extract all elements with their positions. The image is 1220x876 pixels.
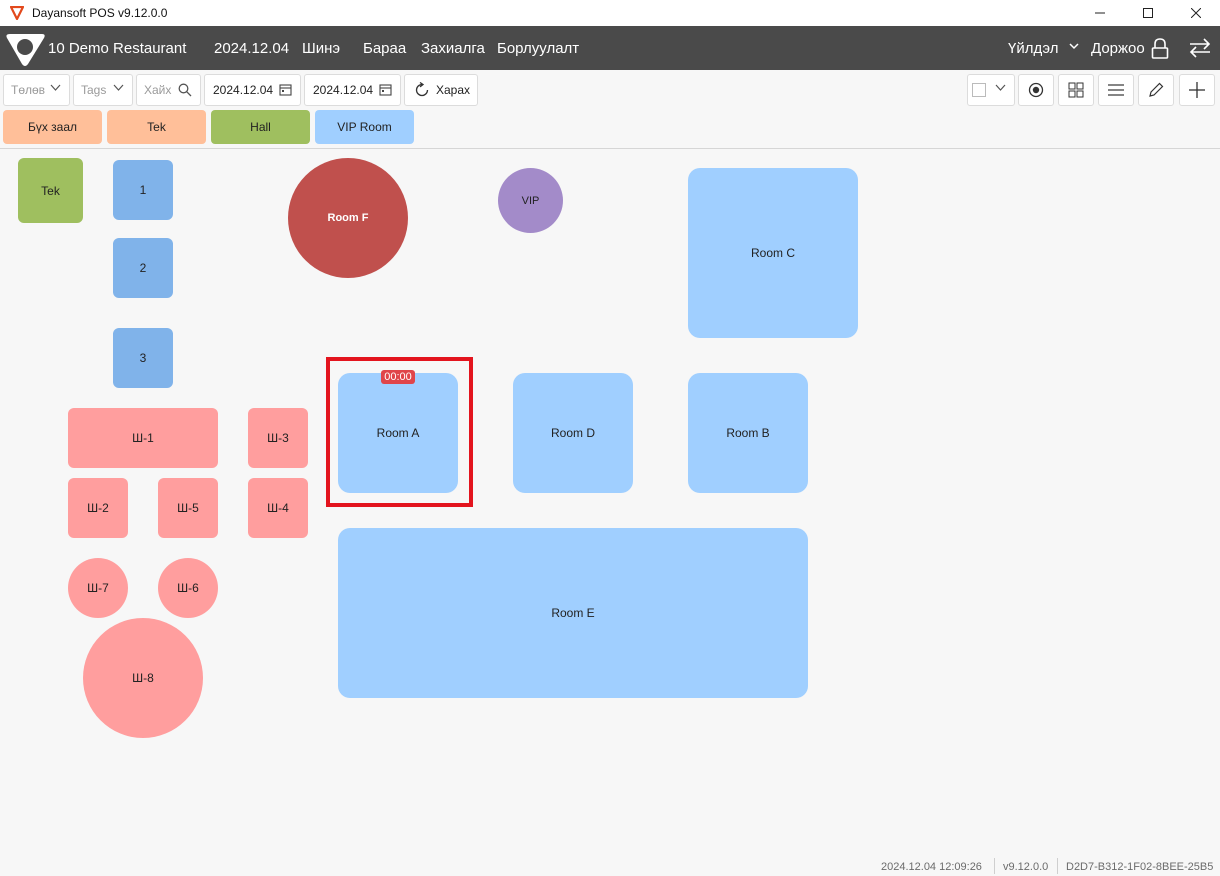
switch-arrows-icon[interactable]	[1188, 38, 1212, 58]
view-button[interactable]: Харах	[404, 74, 478, 106]
date-from-value: 2024.12.04	[213, 83, 274, 97]
table-sh-6[interactable]: Ш-6	[158, 558, 218, 618]
window-title: Dayansoft POS v9.12.0.0	[32, 6, 168, 20]
area-tab-all[interactable]: Бүх заал	[3, 110, 102, 144]
grid-view-button[interactable]	[1058, 74, 1094, 106]
actions-menu[interactable]: Үйлдэл	[1008, 40, 1079, 57]
calendar-icon	[279, 84, 292, 96]
maximize-button[interactable]	[1124, 0, 1172, 26]
table-room-c[interactable]: Room C	[688, 168, 858, 338]
window-controls	[1076, 0, 1220, 26]
restaurant-name: 10 Demo Restaurant	[48, 40, 187, 57]
chevron-down-icon	[50, 84, 61, 91]
table-sh-8[interactable]: Ш-8	[83, 618, 203, 738]
toolbar: Төлөв Tags Хайх 2024.12.04 2024.12.04 Ха…	[0, 70, 1220, 110]
status-datetime: 2024.12.04 12:09:26	[881, 861, 982, 873]
table-room-e[interactable]: Room E	[338, 528, 808, 698]
add-button[interactable]	[1179, 74, 1215, 106]
table-tek[interactable]: Tek	[18, 158, 83, 223]
area-tab-vip-room[interactable]: VIP Room	[315, 110, 414, 144]
search-input[interactable]: Хайх	[136, 74, 201, 106]
chevron-down-icon	[995, 84, 1006, 91]
table-room-f[interactable]: Room F	[288, 158, 408, 278]
plus-icon	[1189, 82, 1205, 98]
actions-menu-label: Үйлдэл	[1008, 40, 1059, 57]
record-button[interactable]	[1018, 74, 1054, 106]
table-room-d[interactable]: Room D	[513, 373, 633, 493]
table-3[interactable]: 3	[113, 328, 173, 388]
table-2[interactable]: 2	[113, 238, 173, 298]
lock-icon[interactable]	[1151, 38, 1169, 60]
date-from-picker[interactable]: 2024.12.04	[204, 74, 301, 106]
table-room-b[interactable]: Room B	[688, 373, 808, 493]
close-button[interactable]	[1172, 0, 1220, 26]
grid-icon	[1068, 82, 1084, 98]
status-separator	[994, 858, 995, 874]
area-tab-tek[interactable]: Tek	[107, 110, 206, 144]
nav-new[interactable]: Шинэ	[302, 40, 340, 57]
list-view-button[interactable]	[1098, 74, 1134, 106]
table-vip[interactable]: VIP	[498, 168, 563, 233]
date-to-value: 2024.12.04	[313, 83, 374, 97]
select-all-dropdown[interactable]	[967, 74, 1015, 106]
radio-target-icon	[1028, 82, 1044, 98]
table-sh-3[interactable]: Ш-3	[248, 408, 308, 468]
table-1[interactable]: 1	[113, 160, 173, 220]
table-sh-4[interactable]: Ш-4	[248, 478, 308, 538]
close-icon	[1191, 8, 1201, 18]
maximize-icon	[1143, 8, 1153, 18]
nav-date[interactable]: 2024.12.04	[214, 40, 289, 57]
table-sh-2[interactable]: Ш-2	[68, 478, 128, 538]
minimize-icon	[1095, 12, 1105, 14]
tags-filter[interactable]: Tags	[73, 74, 133, 106]
chevron-down-icon	[113, 84, 124, 91]
minimize-button[interactable]	[1076, 0, 1124, 26]
divider	[0, 148, 1220, 149]
nav-orders[interactable]: Захиалга	[421, 40, 485, 57]
edit-button[interactable]	[1138, 74, 1174, 106]
search-placeholder: Хайх	[144, 83, 172, 97]
title-bar: Dayansoft POS v9.12.0.0	[0, 0, 1220, 26]
table-sh-1[interactable]: Ш-1	[68, 408, 218, 468]
nav-products[interactable]: Бараа	[363, 40, 406, 57]
table-sh-7[interactable]: Ш-7	[68, 558, 128, 618]
app-header: 10 Demo Restaurant 2024.12.04 Шинэ Бараа…	[0, 26, 1220, 70]
status-device-id: D2D7-B312-1F02-8BEE-25B5	[1066, 861, 1214, 873]
nav-sales[interactable]: Борлуулалт	[497, 40, 579, 57]
status-separator	[1057, 858, 1058, 874]
user-name[interactable]: Доржоо	[1091, 40, 1145, 57]
calendar-icon	[379, 84, 392, 96]
area-tab-hall[interactable]: Hall	[211, 110, 310, 144]
date-to-picker[interactable]: 2024.12.04	[304, 74, 401, 106]
status-filter[interactable]: Төлөв	[3, 74, 70, 106]
app-logo-icon	[10, 6, 24, 20]
refresh-icon	[415, 82, 429, 97]
pencil-icon	[1149, 82, 1164, 97]
chevron-down-icon	[1069, 43, 1079, 50]
search-icon	[178, 83, 192, 97]
view-button-label: Харах	[436, 83, 471, 97]
status-filter-placeholder: Төлөв	[11, 83, 46, 97]
tags-filter-placeholder: Tags	[81, 83, 107, 97]
table-timer-badge: 00:00	[381, 370, 415, 384]
table-sh-5[interactable]: Ш-5	[158, 478, 218, 538]
brand-logo-icon	[6, 34, 45, 66]
checkbox-icon	[972, 83, 986, 97]
status-version: v9.12.0.0	[1003, 861, 1049, 873]
list-icon	[1108, 84, 1124, 96]
